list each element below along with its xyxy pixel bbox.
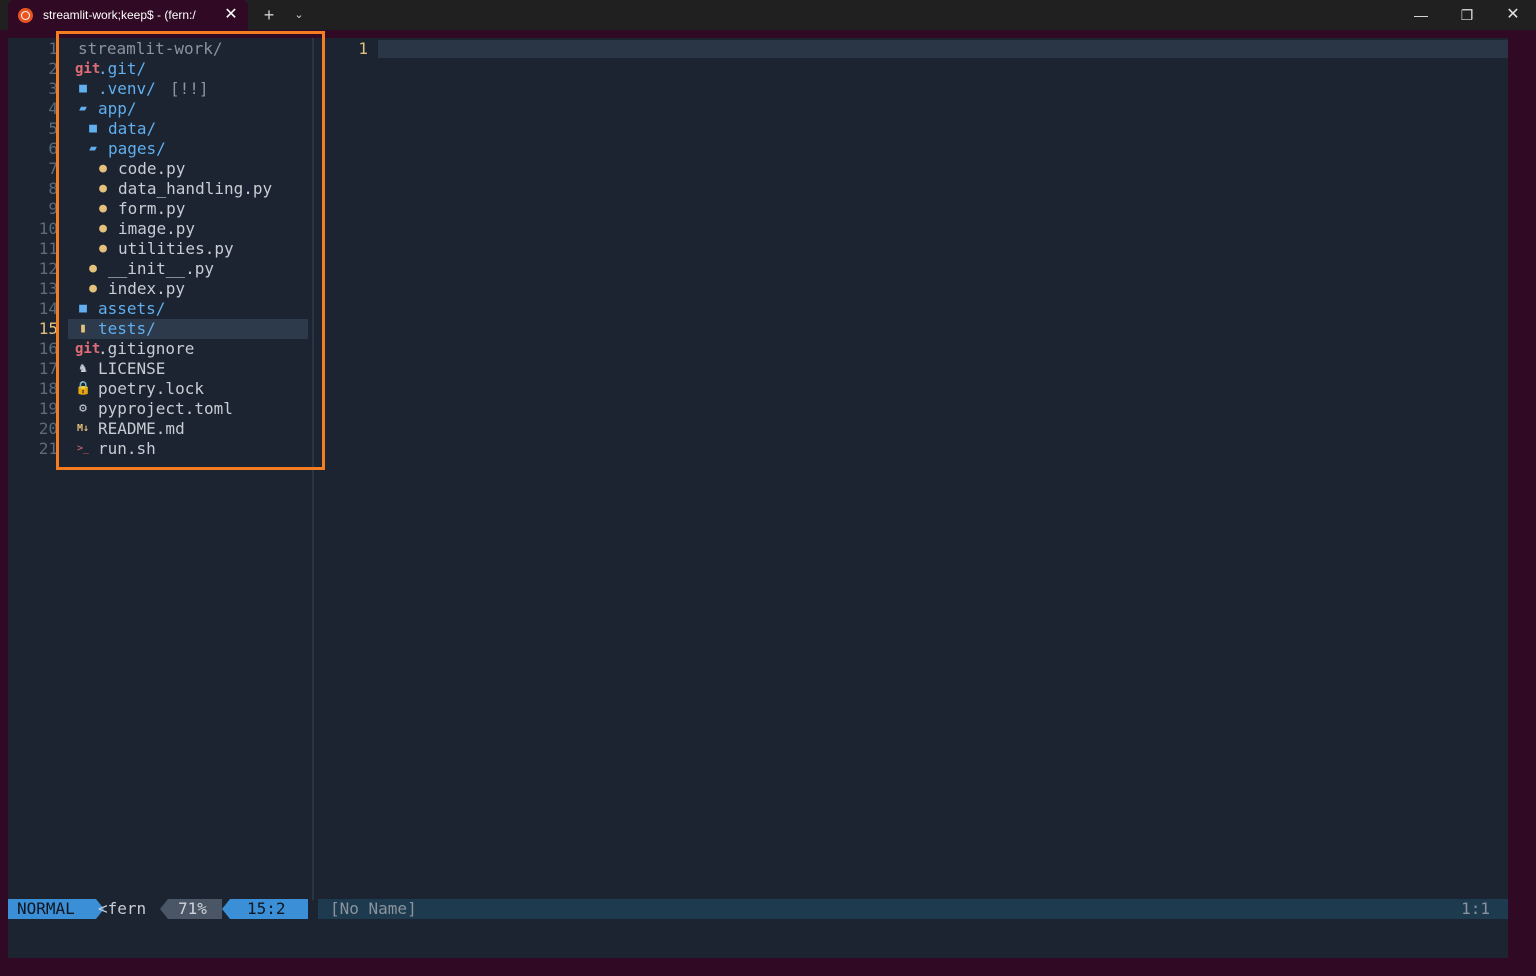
minimize-button[interactable]: — xyxy=(1406,4,1436,26)
right-buffer-name: [No Name] xyxy=(330,899,417,918)
scroll-percent: 71% xyxy=(168,899,222,919)
right-statusline xyxy=(318,899,1508,919)
tab-title: streamlit-work;keep$ - (fern:/ xyxy=(43,8,196,22)
editor-line-number: 1 xyxy=(358,39,368,58)
percent-separator xyxy=(160,899,168,919)
close-window-button[interactable]: ✕ xyxy=(1498,4,1528,26)
maximize-button[interactable]: ❐ xyxy=(1452,4,1482,26)
new-tab-button[interactable]: + xyxy=(258,5,280,25)
cursor-line xyxy=(378,40,1508,58)
mode-indicator: NORMAL xyxy=(8,899,96,919)
tab-close-button[interactable]: ✕ xyxy=(222,6,240,24)
tab-dropdown-button[interactable]: ⌄ xyxy=(288,5,310,25)
title-bar: streamlit-work;keep$ - (fern:/ ✕ + ⌄ — ❐… xyxy=(0,0,1536,30)
position-separator xyxy=(222,899,230,919)
right-cursor-position: 1:1 xyxy=(1461,899,1490,918)
line-number: 1 xyxy=(48,39,58,58)
buffer-name: <fern xyxy=(98,899,147,918)
annotation-highlight-box xyxy=(56,31,325,470)
ubuntu-icon xyxy=(18,8,33,23)
cursor-position: 15:2 xyxy=(230,899,308,919)
terminal-tab[interactable]: streamlit-work;keep$ - (fern:/ ✕ xyxy=(8,0,248,30)
